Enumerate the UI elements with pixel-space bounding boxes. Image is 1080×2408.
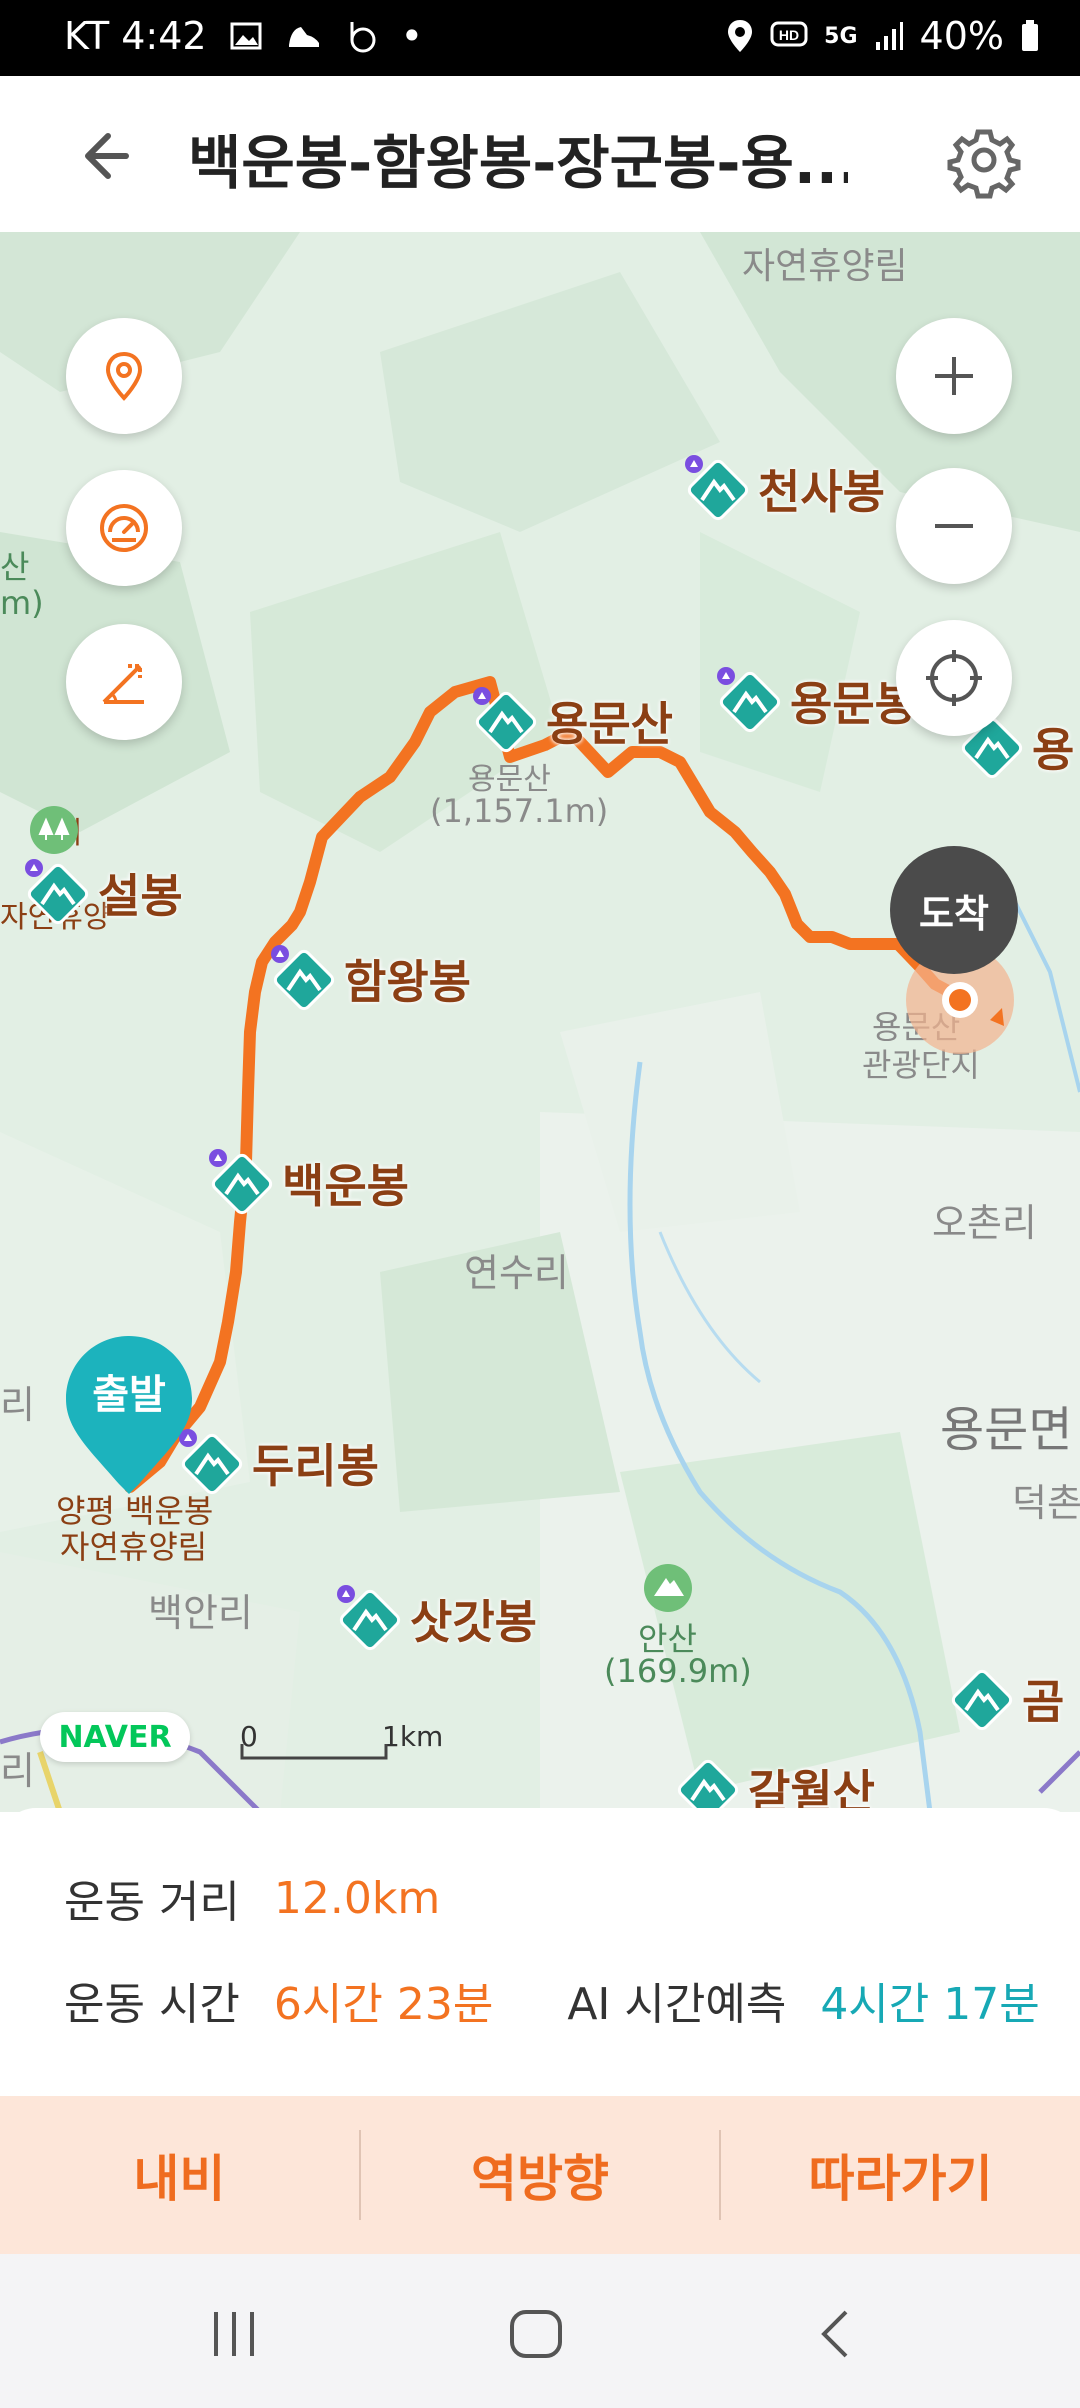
arrival-marker[interactable]: 도착: [890, 846, 1018, 974]
peak-hamwang[interactable]: 함왕봉: [268, 944, 471, 1014]
peak-marker-icon: [677, 1759, 739, 1812]
status-bar: KT 4:42 • HD 5G 40%: [0, 0, 1080, 76]
back-nav-icon[interactable]: [808, 2304, 868, 2364]
start-label: 출발: [92, 1372, 166, 1418]
battery-icon: [1022, 20, 1038, 51]
peak-marker-icon: [209, 1149, 273, 1215]
page-title: 백운봉-함왕봉-장군봉-용...: [188, 129, 848, 197]
peak-galwol[interactable]: 갈월산: [672, 1754, 875, 1812]
place-label: (1,157.1m): [430, 792, 609, 830]
forest-marker-icon: [30, 806, 78, 854]
crosshair-icon: [926, 650, 982, 706]
peak-label: 삿갓봉: [410, 1595, 537, 1649]
peak-label: 백운봉: [282, 1159, 409, 1213]
place-label: 리: [0, 1749, 35, 1793]
time-value: 6시간 23분: [273, 1979, 494, 2030]
network-type: 5G: [824, 23, 858, 49]
peak-label: 설봉: [98, 869, 183, 923]
location-icon: [728, 20, 753, 52]
peak-marker-icon: [337, 1585, 401, 1651]
navi-button[interactable]: 내비: [0, 2096, 359, 2254]
peak-yongmunbong[interactable]: 용문봉: [714, 666, 917, 736]
location-pin-button[interactable]: [66, 318, 182, 434]
place-label: 자연휴양림: [742, 246, 908, 287]
b-app-icon: [350, 22, 376, 53]
peak-label: 용문산: [546, 697, 673, 751]
peak-marker-icon: [717, 667, 781, 733]
location-pin-icon: [105, 351, 143, 401]
peak-marker-icon: [685, 455, 749, 521]
status-time: KT 4:42: [64, 14, 207, 58]
signal-icon: [875, 22, 903, 50]
back-arrow-icon[interactable]: [70, 116, 150, 196]
route-info-panel: 운동 거리 12.0km 운동 시간 6시간 23분 AI 시간예측 4시간 1…: [0, 1808, 1080, 2098]
peak-marker-icon: [951, 1669, 1013, 1731]
speedometer-icon: [100, 504, 148, 552]
peak-label: 용: [1032, 723, 1075, 777]
ai-estimate-value: 4시간 17분: [820, 1979, 1040, 2030]
peak-label: 함왕봉: [344, 955, 471, 1009]
action-bar: 내비 역방향 따라가기: [0, 2096, 1080, 2254]
peak-baegun[interactable]: 백운봉: [206, 1148, 409, 1218]
place-label: (169.9m): [604, 1652, 752, 1690]
minus-icon: [935, 524, 973, 528]
distance-label: 운동 거리: [64, 1877, 240, 1928]
naver-logo: NAVER: [40, 1712, 190, 1762]
place-label: 산: [0, 548, 30, 586]
battery-percent: 40%: [919, 14, 1004, 58]
peak-marker-icon: [25, 859, 89, 925]
peak-satgat[interactable]: 삿갓봉: [334, 1584, 537, 1654]
shoe-icon: [288, 27, 319, 47]
peak-gom[interactable]: 곰: [946, 1664, 1064, 1734]
trail-map[interactable]: 자연휴양림 용문산 (1,157.1m) 용문산 관광단지 오촌리 연수리 용문…: [0, 232, 1080, 1812]
place-label: 백안리: [148, 1591, 253, 1635]
reverse-button[interactable]: 역방향: [361, 2096, 720, 2254]
peak-marker-icon: [271, 945, 335, 1011]
place-label: 덕촌: [1012, 1481, 1080, 1525]
peak-seolbong[interactable]: 설봉: [22, 858, 183, 928]
distance-value: 12.0km: [273, 1872, 441, 1924]
current-location-button[interactable]: [896, 620, 1012, 736]
peak-yongmunsan[interactable]: 용문산: [470, 686, 673, 756]
plus-icon: [935, 357, 973, 395]
hd-icon: HD: [770, 21, 808, 47]
peak-label: 천사봉: [758, 465, 885, 519]
zoom-out-button[interactable]: [896, 468, 1012, 584]
distance-row: 운동 거리 12.0km: [64, 1866, 440, 1930]
place-label: 자연휴양림: [60, 1528, 208, 1566]
time-row: 운동 시간 6시간 23분 AI 시간예측 4시간 17분: [64, 1968, 1040, 2032]
gallery-icon: [230, 22, 262, 50]
map-scale: 0 1km: [240, 1720, 450, 1770]
start-marker[interactable]: 출발: [64, 1334, 194, 1494]
peak-cheonsa[interactable]: 천사봉: [682, 454, 885, 524]
peak-label: 갈월산: [748, 1765, 875, 1812]
place-label: 리: [0, 1383, 35, 1427]
time-label: 운동 시간: [64, 1979, 240, 2030]
speedometer-button[interactable]: [66, 470, 182, 586]
svg-text:HD: HD: [779, 27, 799, 43]
scale-unit: 1km: [382, 1720, 444, 1753]
recent-apps-icon[interactable]: [204, 2304, 264, 2364]
place-label: m): [0, 584, 44, 622]
slope-icon: [102, 664, 144, 704]
scale-bar: [240, 1744, 388, 1760]
follow-button[interactable]: 따라가기: [721, 2096, 1080, 2254]
ai-estimate-label: AI 시간예측: [567, 1979, 787, 2030]
system-nav-bar: [0, 2254, 1080, 2408]
place-label: 연수리: [464, 1251, 569, 1295]
gear-icon[interactable]: [944, 120, 1024, 200]
peak-label: 곰: [1022, 1675, 1065, 1729]
peak-marker-icon: [473, 687, 537, 753]
top-app-bar: 백운봉-함왕봉-장군봉-용...: [0, 76, 1080, 232]
home-icon[interactable]: [506, 2304, 566, 2364]
peak-label: 두리봉: [252, 1439, 379, 1493]
place-label: 오촌리: [932, 1201, 1037, 1245]
peak-duri[interactable]: 두리봉: [176, 1428, 379, 1498]
zoom-in-button[interactable]: [896, 318, 1012, 434]
elevation-button[interactable]: [66, 624, 182, 740]
mountain-marker-icon: [644, 1564, 692, 1612]
place-label: 용문면: [940, 1402, 1073, 1458]
status-dot: •: [400, 14, 424, 58]
